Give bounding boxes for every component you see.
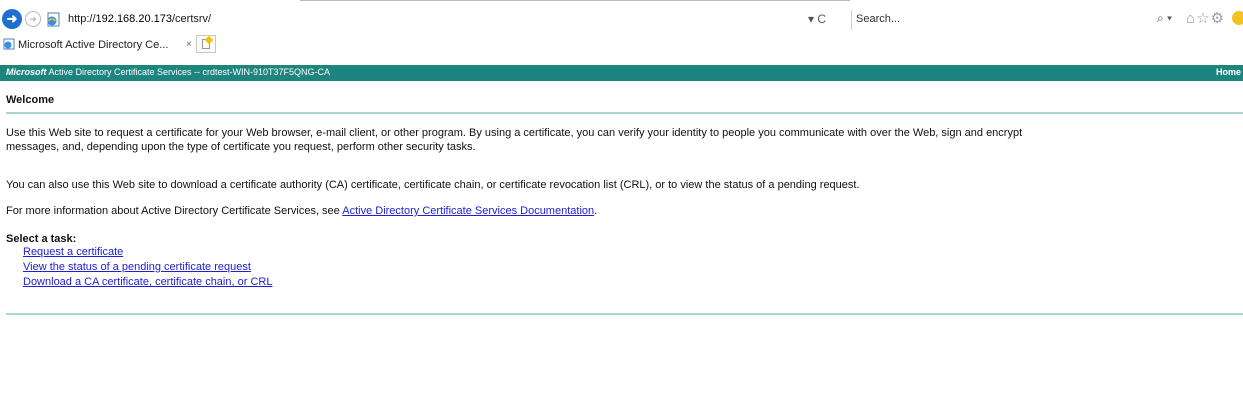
download-paragraph: You can also use this Web site to downlo…	[6, 179, 860, 191]
back-arrow-icon: ➜	[6, 11, 18, 26]
tab-close-icon[interactable]: ×	[186, 39, 192, 50]
page-icon	[47, 12, 60, 27]
feedback-smiley-icon[interactable]	[1232, 11, 1243, 25]
intro-paragraph: Use this Web site to request a certifica…	[6, 126, 1243, 154]
request-certificate-link[interactable]: Request a certificate	[23, 246, 123, 258]
home-link[interactable]: Home	[1216, 67, 1241, 77]
download-ca-certificate-link[interactable]: Download a CA certificate, certificate c…	[23, 276, 272, 288]
view-pending-status-link[interactable]: View the status of a pending certificate…	[23, 261, 251, 273]
refresh-button[interactable]: ▾ C	[808, 12, 826, 26]
documentation-link[interactable]: Active Directory Certificate Services Do…	[342, 205, 594, 217]
divider	[6, 313, 1243, 315]
intro-line-2: messages, and, depending upon the type o…	[6, 141, 476, 153]
intro-line-1: Use this Web site to request a certifica…	[6, 127, 1023, 139]
search-input[interactable]: Search...	[856, 13, 900, 25]
address-bar[interactable]: http://192.168.20.173/certsrv/	[68, 13, 211, 25]
tab-favicon-icon	[3, 38, 15, 50]
banner-title: Microsoft Active Directory Certificate S…	[6, 67, 330, 77]
page-title: Welcome	[6, 94, 55, 106]
banner-title-text: Active Directory Certificate Services --…	[46, 67, 331, 77]
gear-icon[interactable]: ⚙	[1211, 10, 1225, 27]
banner-brand: Microsoft	[6, 67, 47, 77]
forward-button[interactable]: ➜	[25, 11, 41, 27]
info-paragraph: For more information about Active Direct…	[6, 204, 1243, 218]
toolbar-icons: ⌂☆⚙	[1186, 9, 1225, 27]
tab-title[interactable]: Microsoft Active Directory Ce...	[18, 39, 168, 51]
divider	[6, 112, 1243, 114]
home-icon[interactable]: ⌂	[1186, 10, 1196, 27]
search-icon[interactable]: ⌕ ▾	[1157, 11, 1172, 26]
star-icon[interactable]: ☆	[1196, 10, 1210, 27]
url-host: 192.168.20.173	[95, 13, 172, 25]
address-bar-border	[300, 0, 850, 1]
url-path: /certsrv/	[172, 13, 212, 25]
back-button[interactable]: ➜	[2, 9, 22, 29]
info-text: For more information about Active Direct…	[6, 205, 343, 217]
url-prefix: http://	[68, 13, 96, 25]
info-suffix: .	[594, 205, 598, 217]
select-task-heading: Select a task:	[6, 233, 77, 245]
forward-arrow-icon: ➜	[29, 14, 37, 24]
new-tab-button[interactable]	[196, 35, 216, 53]
